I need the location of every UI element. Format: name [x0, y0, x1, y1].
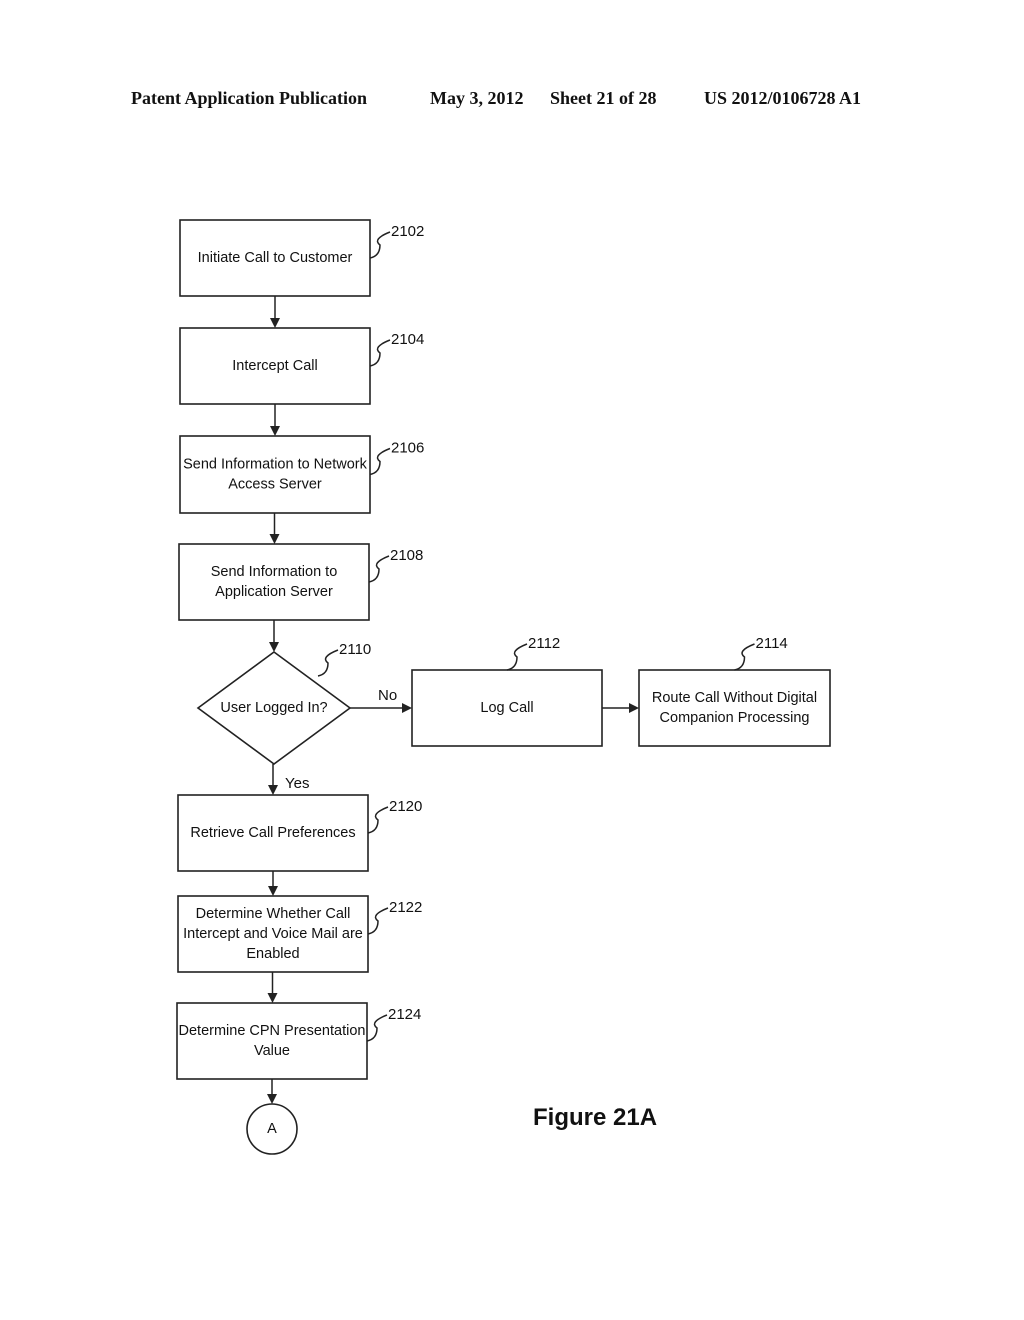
node-label: Companion Processing — [660, 710, 810, 726]
arrowhead-icon — [269, 534, 280, 544]
node-label: Route Call Without Digital — [652, 690, 817, 706]
reference-numeral: 2122 — [389, 899, 422, 916]
ref-leader-icon — [368, 555, 390, 583]
reference-numeral: 2102 — [391, 223, 424, 240]
ref-leader-icon — [366, 1014, 388, 1042]
process-box-2108 — [178, 543, 370, 621]
reference-numeral: 2114 — [756, 635, 788, 652]
node-label: Value — [254, 1043, 290, 1059]
node-label: Initiate Call to Customer — [198, 250, 353, 266]
node-label: Retrieve Call Preferences — [190, 825, 355, 841]
reference-numeral: 2108 — [390, 547, 423, 564]
node-label: Send Information to Network — [183, 456, 368, 472]
ref-leader-icon — [369, 339, 391, 367]
edge-label-no: No — [378, 687, 397, 704]
node-label: Intercept and Voice Mail are — [183, 926, 363, 942]
ref-leader-icon — [506, 643, 528, 671]
ref-leader-icon — [367, 806, 389, 834]
arrowhead-icon — [629, 703, 639, 713]
process-box-2106 — [179, 435, 371, 514]
flowchart: No Yes Initiate Call to Customer 2102 Interc… — [176, 219, 831, 1155]
process-box-2124 — [176, 1002, 368, 1080]
ref-leader-icon — [734, 643, 755, 671]
reference-numeral: 2112 — [528, 635, 560, 652]
edge-label-yes: Yes — [285, 775, 309, 792]
arrowhead-icon — [267, 1094, 277, 1104]
arrowhead-icon — [270, 318, 280, 328]
node-label: Enabled — [246, 946, 299, 962]
arrowhead-icon — [269, 642, 279, 652]
arrowhead-icon — [267, 993, 278, 1003]
node-label: Determine Whether Call — [196, 906, 351, 922]
ref-leader-icon — [317, 649, 339, 677]
reference-numeral: 2110 — [339, 641, 371, 658]
reference-numeral: 2124 — [388, 1006, 421, 1023]
node-label: Application Server — [215, 584, 333, 600]
arrowhead-icon — [270, 426, 280, 436]
node-label: A — [267, 1121, 277, 1137]
node-label: Send Information to — [211, 564, 338, 580]
reference-numeral: 2104 — [391, 331, 424, 348]
process-box-2114 — [638, 669, 831, 747]
node-label: Access Server — [228, 476, 322, 492]
reference-numeral: 2106 — [391, 440, 424, 457]
node-label: Determine CPN Presentation — [179, 1023, 366, 1039]
figure-label: Figure 21A — [533, 1104, 657, 1131]
arrowhead-icon — [268, 886, 278, 896]
node-label: User Logged In? — [220, 700, 327, 716]
ref-leader-icon — [369, 447, 391, 476]
arrowhead-icon — [268, 785, 278, 795]
ref-leader-icon — [369, 231, 391, 259]
arrowhead-icon — [402, 703, 412, 713]
node-label: Intercept Call — [232, 358, 317, 374]
ref-leader-icon — [367, 907, 389, 935]
reference-numeral: 2120 — [389, 798, 422, 815]
node-label: Log Call — [480, 700, 533, 716]
